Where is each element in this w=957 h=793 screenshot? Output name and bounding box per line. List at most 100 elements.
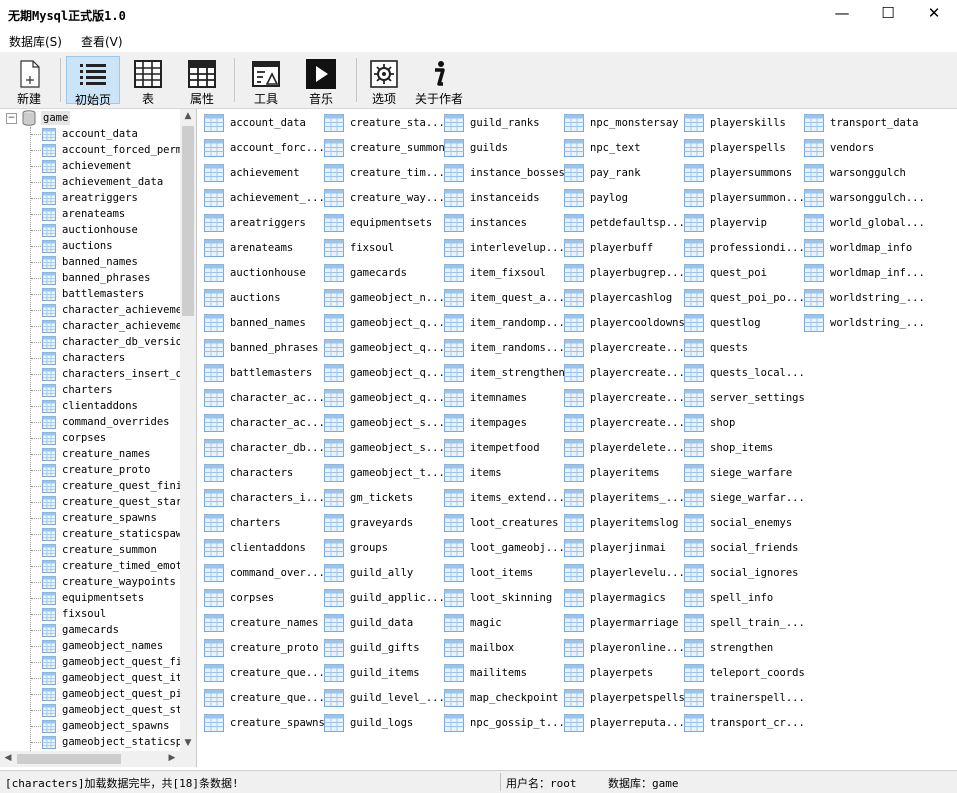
table-item[interactable]: playermagics (561, 586, 679, 611)
table-item[interactable]: battlemasters (201, 361, 319, 386)
table-item[interactable]: clientaddons (201, 536, 319, 561)
tree-item[interactable]: areatriggers (62, 190, 138, 206)
table-item[interactable]: graveyards (321, 511, 439, 536)
tree-item[interactable]: creature_timed_emote (62, 558, 180, 574)
tree-item[interactable]: arenateams (62, 206, 125, 222)
tree-item[interactable]: creature_spawns (62, 510, 157, 526)
table-item[interactable]: banned_phrases (201, 336, 319, 361)
home-button[interactable]: 初始页 (66, 56, 120, 107)
table-item[interactable]: instances (441, 211, 559, 236)
table-item[interactable]: charters (201, 511, 319, 536)
table-button[interactable]: 表 (126, 56, 170, 106)
table-item[interactable]: interlevelup... (441, 236, 565, 261)
tree-item[interactable]: gameobject_quest_ite (62, 670, 180, 686)
tree-vertical-scrollbar[interactable]: ▲ ▼ (180, 109, 196, 751)
table-item[interactable]: auctions (201, 286, 319, 311)
table-item[interactable]: command_over... (201, 561, 325, 586)
table-item[interactable]: account_forc... (201, 136, 325, 161)
tree-hscroll-thumb[interactable] (17, 754, 121, 764)
table-item[interactable]: transport_cr... (681, 711, 805, 736)
table-item[interactable]: characters_i... (201, 486, 325, 511)
table-item[interactable]: corpses (201, 586, 319, 611)
table-item[interactable]: mailbox (441, 636, 559, 661)
table-item[interactable]: playercreate... (561, 336, 685, 361)
table-item[interactable]: playermarriage (561, 611, 679, 636)
table-item[interactable]: server_settings (681, 386, 805, 411)
table-item[interactable]: creature_que... (201, 686, 325, 711)
tree-item[interactable]: creature_staticspawn (62, 526, 180, 542)
tree-item[interactable]: battlemasters (62, 286, 144, 302)
table-item[interactable]: playeritems_... (561, 486, 685, 511)
table-item[interactable]: strengthen (681, 636, 799, 661)
table-item[interactable]: mailitems (441, 661, 559, 686)
table-item[interactable]: playerbuff (561, 236, 679, 261)
menu-database[interactable]: 数据库(S) (9, 33, 62, 50)
table-item[interactable]: instance_bosses (441, 161, 565, 186)
table-item[interactable]: social_enemys (681, 511, 799, 536)
menu-view[interactable]: 查看(V) (81, 33, 123, 50)
table-item[interactable]: itempages (441, 411, 559, 436)
table-item[interactable]: world_global... (801, 211, 925, 236)
tree-item[interactable]: characters_insert_qu (62, 366, 180, 382)
table-item[interactable]: spell_info (681, 586, 799, 611)
table-item[interactable]: playercreate... (561, 361, 685, 386)
table-item[interactable]: guild_data (321, 611, 439, 636)
table-item[interactable]: loot_gameobj... (441, 536, 565, 561)
table-item[interactable]: guild_applic... (321, 586, 445, 611)
music-button[interactable]: 音乐 (298, 56, 344, 106)
table-item[interactable]: guilds (441, 136, 559, 161)
table-item[interactable]: trainerspell... (681, 686, 805, 711)
tree-item[interactable]: creature_quest_start (62, 494, 180, 510)
table-item[interactable]: arenateams (201, 236, 319, 261)
table-item[interactable]: playerreputa... (561, 711, 685, 736)
scroll-right-icon[interactable]: ▶ (164, 753, 180, 763)
table-item[interactable]: guild_ranks (441, 111, 559, 136)
table-item[interactable]: magic (441, 611, 559, 636)
table-item[interactable]: playerspells (681, 136, 799, 161)
table-item[interactable]: quest_poi_po... (681, 286, 805, 311)
table-item[interactable]: itemnames (441, 386, 559, 411)
table-item[interactable]: achievement (201, 161, 319, 186)
table-item[interactable]: quests_local... (681, 361, 805, 386)
table-item[interactable]: gm_tickets (321, 486, 439, 511)
table-item[interactable]: map_checkpoint (441, 686, 559, 711)
table-item[interactable]: worldstring_... (801, 311, 925, 336)
table-item[interactable]: playeronline... (561, 636, 685, 661)
tree-item[interactable]: command_overrides (62, 414, 169, 430)
tree-item[interactable]: gameobject_spawns (62, 718, 169, 734)
table-item[interactable]: playeritemslog (561, 511, 679, 536)
about-button[interactable]: 关于作者 (412, 56, 466, 106)
table-item[interactable]: npc_gossip_t... (441, 711, 565, 736)
table-item[interactable]: playerpets (561, 661, 679, 686)
tree-item[interactable]: achievement (62, 158, 132, 174)
tree-item[interactable]: gamecards (62, 622, 119, 638)
properties-button[interactable]: 属性 (178, 56, 226, 106)
table-item[interactable]: itempetfood (441, 436, 559, 461)
table-item[interactable]: playerdelete... (561, 436, 685, 461)
table-item[interactable]: account_data (201, 111, 319, 136)
table-item[interactable]: questlog (681, 311, 799, 336)
table-item[interactable]: creature_way... (321, 186, 445, 211)
table-item[interactable]: creature_proto (201, 636, 319, 661)
table-item[interactable]: guild_items (321, 661, 439, 686)
tree-item[interactable]: fixsoul (62, 606, 106, 622)
table-item[interactable]: creature_sta... (321, 111, 445, 136)
table-item[interactable]: professiondi... (681, 236, 805, 261)
table-item[interactable]: gameobject_n... (321, 286, 445, 311)
new-button[interactable]: 新建 (6, 56, 52, 106)
table-item[interactable]: playersummons (681, 161, 799, 186)
table-item[interactable]: vendors (801, 136, 919, 161)
table-item[interactable]: groups (321, 536, 439, 561)
table-item[interactable]: gameobject_s... (321, 411, 445, 436)
tree-root-label[interactable]: game (41, 111, 71, 125)
tree-item[interactable]: creature_waypoints (62, 574, 176, 590)
table-item[interactable]: gameobject_q... (321, 336, 445, 361)
table-item[interactable]: creature_que... (201, 661, 325, 686)
table-item[interactable]: items_extend... (441, 486, 565, 511)
table-item[interactable]: paylog (561, 186, 679, 211)
table-item[interactable]: npc_text (561, 136, 679, 161)
table-item[interactable]: gameobject_t... (321, 461, 445, 486)
table-item[interactable]: shop_items (681, 436, 799, 461)
maximize-button[interactable]: ☐ (865, 0, 911, 28)
table-item[interactable]: item_strengthen (441, 361, 565, 386)
